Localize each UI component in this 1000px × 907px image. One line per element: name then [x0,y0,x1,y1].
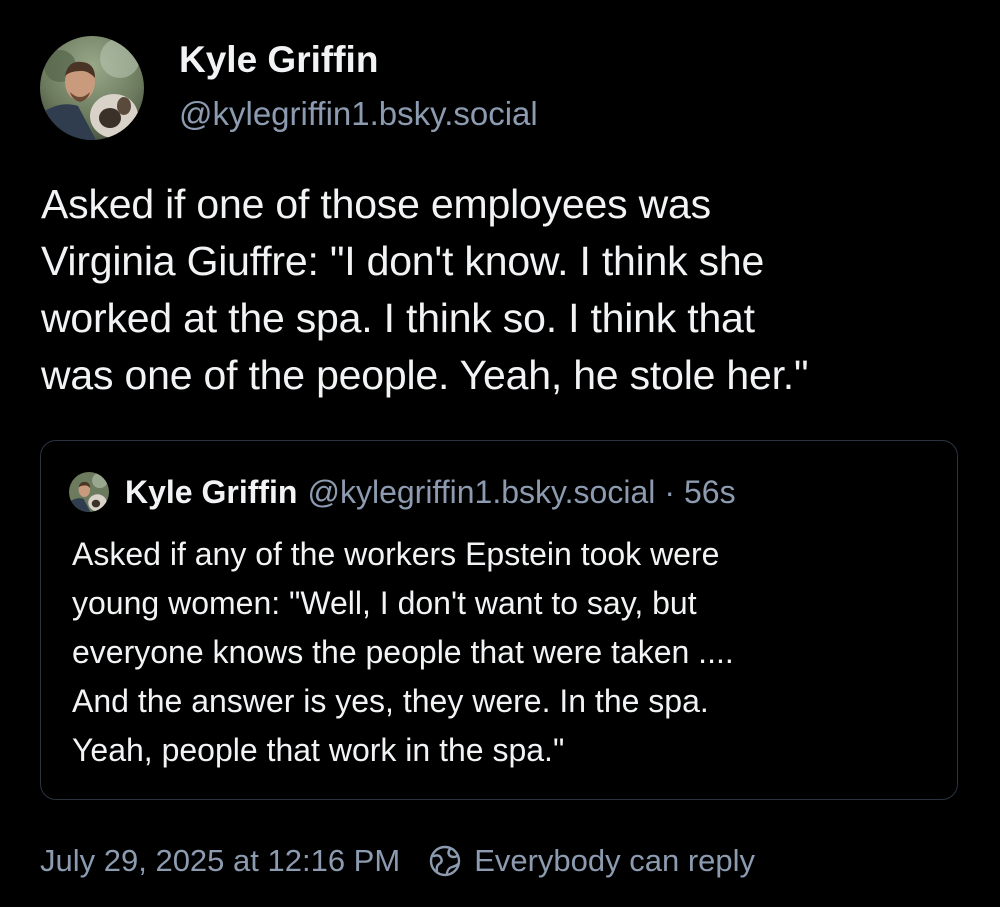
author-handle[interactable]: @kylegriffin1.bsky.social [179,94,538,134]
post-footer: July 29, 2025 at 12:16 PM Everybody can … [40,839,755,883]
quoted-post-text: Asked if any of the workers Epstein took… [72,536,734,768]
reply-setting[interactable]: Everybody can reply [428,839,755,883]
author-names: Kyle Griffin @kylegriffin1.bsky.social [179,39,538,134]
quoted-post-header: Kyle Griffin @kylegriffin1.bsky.social ·… [69,472,736,512]
quoted-post-time[interactable]: 56s [684,472,736,512]
globe-icon [428,844,462,878]
post-text: Asked if one of those employees was Virg… [41,181,809,398]
quoted-avatar-image [69,472,109,512]
avatar-image [40,36,144,140]
quoted-author-handle[interactable]: @kylegriffin1.bsky.social [307,472,655,512]
author-avatar[interactable] [40,36,144,140]
quoted-post[interactable]: Kyle Griffin @kylegriffin1.bsky.social ·… [40,440,958,800]
author-display-name[interactable]: Kyle Griffin [179,38,538,82]
quoted-author-display-name[interactable]: Kyle Griffin [125,472,297,512]
post-timestamp: July 29, 2025 at 12:16 PM [40,843,401,878]
post-header: Kyle Griffin @kylegriffin1.bsky.social [40,36,538,140]
reply-setting-label[interactable]: Everybody can reply [474,839,755,883]
post: Kyle Griffin @kylegriffin1.bsky.social A… [0,0,1000,907]
quoted-author-avatar[interactable] [69,472,109,512]
quoted-post-separator: · [664,474,675,510]
